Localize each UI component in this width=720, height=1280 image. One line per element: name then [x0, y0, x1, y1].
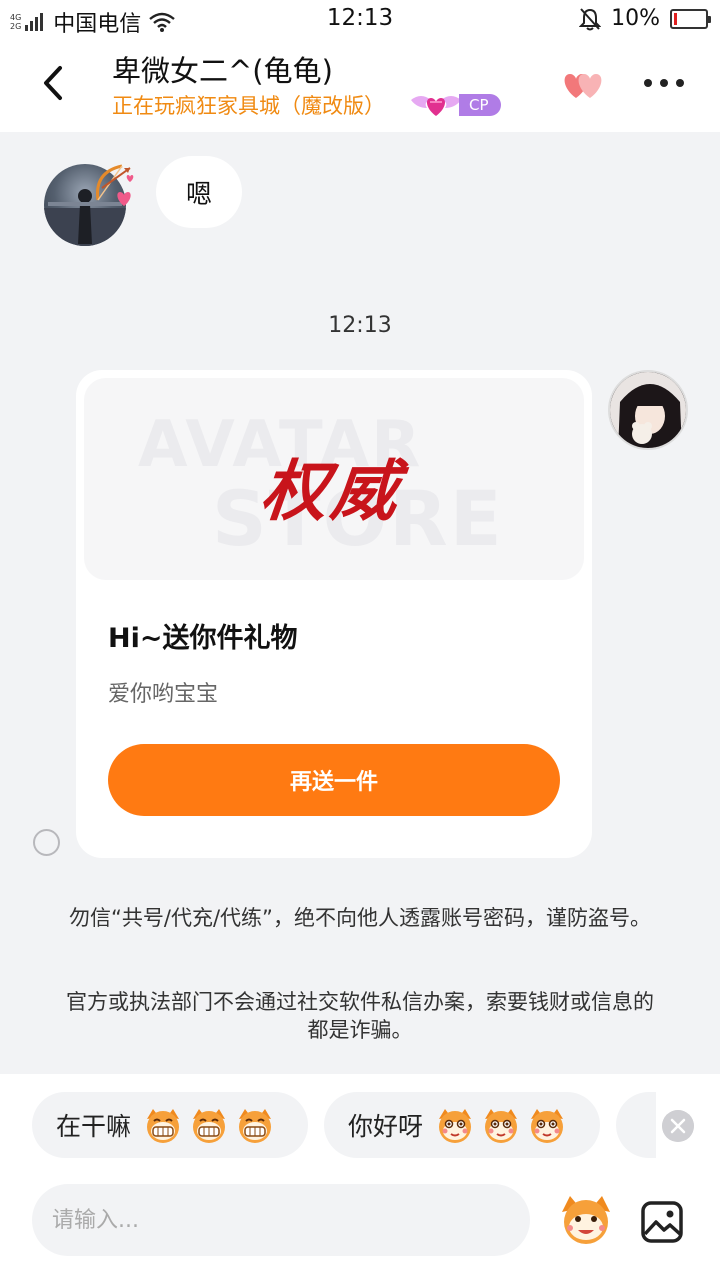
- battery-percent: 10%: [611, 6, 660, 31]
- gift-title: Hi~送你件礼物: [108, 623, 298, 654]
- back-arrow-icon[interactable]: [36, 60, 72, 106]
- input-area: 在干嘛 你好呀: [0, 1074, 720, 1280]
- my-avatar-photo: [610, 372, 686, 448]
- grinning-face-emoji: [193, 1109, 226, 1143]
- message-bubble[interactable]: 嗯: [156, 156, 242, 228]
- cp-badge[interactable]: CP: [407, 90, 501, 120]
- mute-bell-icon: [579, 7, 602, 30]
- fraud-notice: 官方或执法部门不会通过社交软件私信办案，索要钱财或信息的都是诈骗。: [66, 990, 654, 1042]
- gift-banner: AVATAR STORE 权威: [84, 378, 584, 580]
- message-select-radio[interactable]: [33, 829, 60, 856]
- gift-name: 权威: [257, 452, 406, 530]
- smiling-face-emoji: [485, 1109, 518, 1143]
- battery-level: [674, 12, 677, 25]
- image-picker-icon[interactable]: [640, 1200, 684, 1244]
- quick-reply-item-partial[interactable]: [616, 1092, 656, 1158]
- smiling-face-emoji: [531, 1109, 564, 1143]
- cp-label: CP: [459, 94, 501, 116]
- gift-card[interactable]: AVATAR STORE 权威 Hi~送你件礼物 爱你哟宝宝 再送一件: [76, 370, 592, 858]
- quick-reply-item[interactable]: 你好呀: [324, 1092, 600, 1158]
- close-icon[interactable]: [662, 1110, 694, 1142]
- status-row: 正在玩疯狂家具城（魔改版） CP: [112, 90, 501, 120]
- security-notice: 勿信“共号/代充/代练”，绝不向他人透露账号密码，谨防盗号。: [69, 906, 651, 930]
- gift-description: 爱你哟宝宝: [108, 682, 219, 707]
- send-another-button[interactable]: 再送一件: [108, 744, 560, 816]
- more-dots-icon[interactable]: [644, 74, 684, 92]
- double-heart-icon[interactable]: [560, 66, 608, 102]
- chat-title: 卑微女二^(龟龟): [112, 54, 333, 88]
- quick-reply-item[interactable]: 在干嘛: [32, 1092, 308, 1158]
- message-input[interactable]: [32, 1184, 530, 1256]
- grinning-face-emoji: [147, 1109, 180, 1143]
- message-timestamp: 12:13: [328, 313, 392, 338]
- cupid-bow-icon: [96, 164, 134, 206]
- playing-status: 正在玩疯狂家具城（魔改版）: [112, 94, 385, 118]
- winged-heart-icon: [411, 96, 461, 116]
- status-right: 10%: [579, 6, 711, 31]
- status-bar: 4G 2G 中国电信 12:13 10%: [0, 0, 720, 38]
- battery-icon: [670, 8, 711, 29]
- emoji-picker-icon[interactable]: [556, 1190, 616, 1250]
- my-avatar[interactable]: [608, 370, 688, 450]
- grinning-face-emoji: [239, 1109, 272, 1143]
- chat-header: 卑微女二^(龟龟) 正在玩疯狂家具城（魔改版） CP: [0, 38, 720, 132]
- quick-reply-text: 在干嘛: [56, 1112, 132, 1141]
- quick-reply-text: 你好呀: [348, 1112, 424, 1141]
- smiling-face-emoji: [439, 1109, 472, 1143]
- message-text: 嗯: [185, 179, 212, 210]
